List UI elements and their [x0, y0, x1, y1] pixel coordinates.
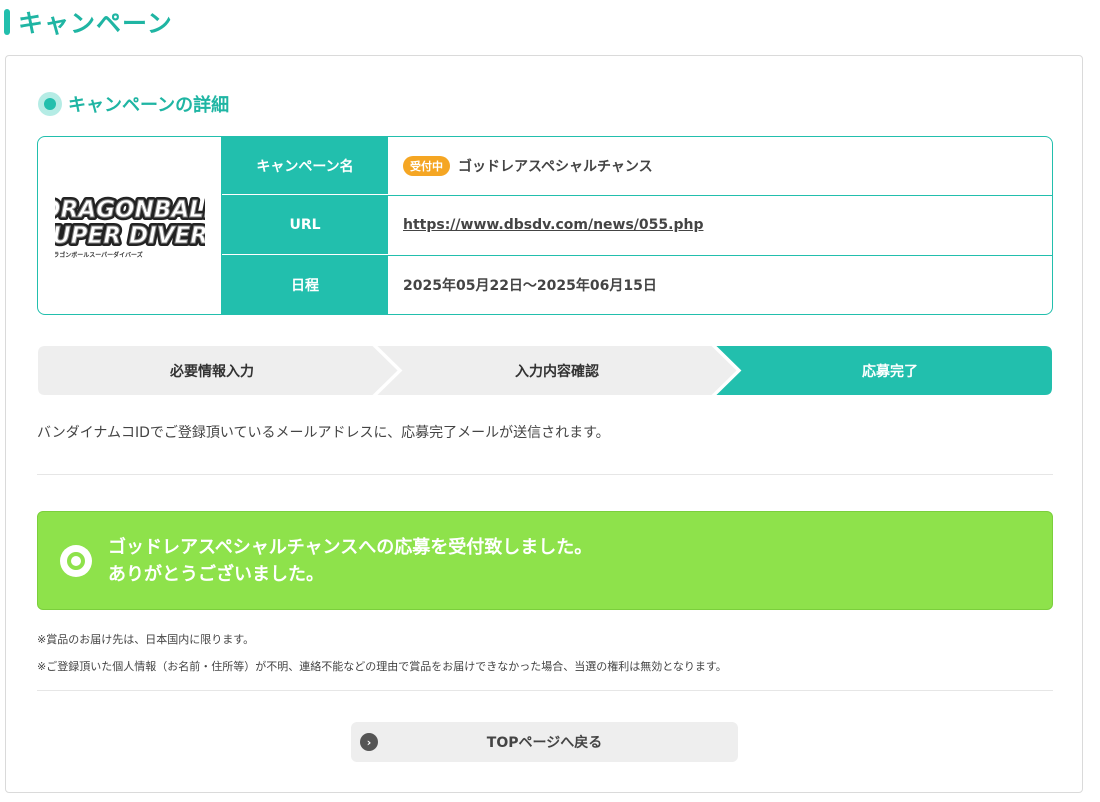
step-1-label: 必要情報入力	[170, 363, 254, 380]
step-2-label: 入力内容確認	[515, 363, 599, 380]
campaign-url-link[interactable]: https://www.dbsdv.com/news/055.php	[403, 217, 703, 233]
success-circle-icon	[60, 544, 92, 577]
success-line-1: ゴッドレアスペシャルチャンスへの応募を受付致しました。	[108, 536, 593, 558]
svg-text:SUPER DIVERS: SUPER DIVERS	[55, 223, 205, 249]
step-3-label: 応募完了	[862, 363, 918, 380]
back-to-top-label: TOPページへ戻る	[486, 735, 603, 751]
section-heading-text: キャンペーンの詳細	[68, 95, 230, 116]
svg-text:ドラゴンボールスーパーダイバーズ: ドラゴンボールスーパーダイバーズ	[55, 251, 143, 259]
progress-steps: 必要情報入力 入力内容確認 応募完了	[37, 345, 1053, 396]
info-row-url: URL https://www.dbsdv.com/news/055.php	[222, 196, 1052, 256]
campaign-name-label: キャンペーン名	[222, 137, 388, 196]
success-message-box: ゴッドレアスペシャルチャンスへの応募を受付致しました。 ありがとうございました。	[37, 511, 1053, 610]
campaign-info-table: DRAGONBALL DRAGONBALL SUPER DIVERS SUPER…	[37, 136, 1053, 315]
info-row-schedule: 日程 2025年05月22日〜2025年06月15日	[222, 255, 1052, 314]
svg-text:DRAGONBALL: DRAGONBALL	[55, 197, 205, 223]
page-title: キャンペーン	[4, 6, 173, 38]
divider	[37, 690, 1053, 691]
divider	[37, 474, 1053, 475]
note-2: ※ご登録頂いた個人情報（お名前・住所等）が不明、連絡不能などの理由で賞品をお届け…	[37, 660, 727, 673]
campaign-name-value: ゴッドレアスペシャルチャンス	[458, 159, 653, 176]
chevron-right-icon: ›	[360, 733, 378, 751]
campaign-logo: DRAGONBALL DRAGONBALL SUPER DIVERS SUPER…	[38, 137, 222, 314]
success-line-2: ありがとうございました。	[108, 563, 324, 585]
status-badge: 受付中	[403, 156, 450, 177]
bullet-dot-icon	[38, 92, 62, 116]
email-notice: バンダイナムコIDでご登録頂いているメールアドレスに、応募完了メールが送信されま…	[37, 425, 610, 441]
dragonball-super-divers-logo: DRAGONBALL DRAGONBALL SUPER DIVERS SUPER…	[55, 194, 205, 259]
schedule-label: 日程	[222, 255, 388, 314]
info-row-name: キャンペーン名 受付中 ゴッドレアスペシャルチャンス	[222, 137, 1052, 197]
campaign-panel: キャンペーンの詳細 DRAGONBALL DRAGONBALL SUPER DI…	[5, 55, 1083, 793]
section-heading: キャンペーンの詳細	[38, 91, 229, 117]
campaign-name-value-cell: 受付中 ゴッドレアスペシャルチャンス	[388, 137, 1052, 195]
success-message: ゴッドレアスペシャルチャンスへの応募を受付致しました。 ありがとうございました。	[108, 534, 592, 588]
url-value-cell: https://www.dbsdv.com/news/055.php	[388, 196, 1052, 254]
info-rows: キャンペーン名 受付中 ゴッドレアスペシャルチャンス URL https://w…	[222, 137, 1052, 314]
schedule-value: 2025年05月22日〜2025年06月15日	[403, 277, 657, 294]
title-accent-bar	[4, 9, 10, 35]
back-to-top-button[interactable]: › TOPページへ戻る	[351, 722, 738, 762]
page-title-text: キャンペーン	[18, 9, 173, 38]
note-1: ※賞品のお届け先は、日本国内に限ります。	[37, 633, 255, 646]
url-label: URL	[222, 196, 388, 255]
